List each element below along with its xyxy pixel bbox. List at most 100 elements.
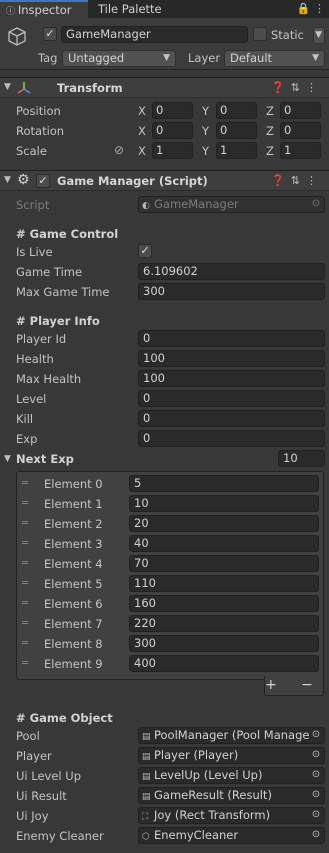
element-field[interactable]: 40 <box>129 535 319 552</box>
next-exp-size-field[interactable]: 10 <box>278 450 325 467</box>
object-picker-icon[interactable]: ⊙ <box>310 829 322 841</box>
scale-z-field[interactable]: 1 <box>280 142 321 159</box>
gameobject-header: ✓ GameManager Static ▼ Tag Untagged ▼ Lay… <box>0 18 329 70</box>
element-label: Element 2 <box>44 517 103 531</box>
component-header-icons[interactable]: ❓⇅⋮ <box>271 81 323 94</box>
foldout-icon[interactable]: ▼ <box>4 454 11 464</box>
drag-handle-icon[interactable]: ═ <box>22 519 32 529</box>
game-time-field[interactable]: 6.109602 <box>138 263 325 280</box>
script-icon: ◐ <box>142 201 150 211</box>
constrain-proportions-icon[interactable]: ⊘ <box>114 143 124 157</box>
drag-handle-icon[interactable]: ═ <box>22 619 32 629</box>
ui-level-up-label: Ui Level Up <box>16 769 81 783</box>
level-field[interactable]: 0 <box>138 390 325 407</box>
player-id-label: Player Id <box>16 332 67 346</box>
axis-z-label[interactable]: Z <box>266 104 274 118</box>
next-exp-label[interactable]: Next Exp <box>16 452 74 466</box>
element-field[interactable]: 160 <box>129 595 319 612</box>
ui-level-up-value: LevelUp (Level Up) <box>154 768 263 782</box>
axis-y-label[interactable]: Y <box>202 144 209 158</box>
drag-handle-icon[interactable]: ═ <box>22 599 32 609</box>
component-header-icons[interactable]: ❓⇅⋮ <box>271 174 323 187</box>
cube-icon <box>8 27 26 46</box>
max-game-time-field[interactable]: 300 <box>138 283 325 300</box>
is-live-checkbox[interactable]: ✓ <box>138 244 152 258</box>
drag-handle-icon[interactable]: ═ <box>22 499 32 509</box>
scale-x-field[interactable]: 1 <box>152 142 193 159</box>
axis-y-label[interactable]: Y <box>202 104 209 118</box>
element-label: Element 0 <box>44 477 103 491</box>
foldout-icon[interactable]: ▼ <box>4 82 11 92</box>
tag-dropdown[interactable]: Untagged ▼ <box>62 50 176 67</box>
drag-handle-icon[interactable]: ═ <box>22 559 32 569</box>
gameobject-active-checkbox[interactable]: ✓ <box>43 27 57 41</box>
foldout-icon[interactable]: ▼ <box>4 175 11 185</box>
drag-handle-icon[interactable]: ═ <box>22 639 32 649</box>
position-x-field[interactable]: 0 <box>152 102 193 119</box>
axis-x-label[interactable]: X <box>138 144 146 158</box>
script-label: Script <box>16 198 50 212</box>
cube-icon: ⬡ <box>142 832 150 842</box>
enemy-cleaner-field[interactable]: ⬡ EnemyCleaner ⊙ <box>138 827 325 844</box>
static-checkbox[interactable] <box>253 27 267 41</box>
pool-field[interactable]: ▤ PoolManager (Pool Manager) ⊙ <box>138 727 325 744</box>
position-y-field[interactable]: 0 <box>216 102 257 119</box>
element-field[interactable]: 5 <box>129 475 319 492</box>
kill-field[interactable]: 0 <box>138 410 325 427</box>
element-label: Element 1 <box>44 497 103 511</box>
ui-joy-field[interactable]: ⛶ Joy (Rect Transform) ⊙ <box>138 807 325 824</box>
axis-x-label[interactable]: X <box>138 124 146 138</box>
rotation-z-field[interactable]: 0 <box>280 122 321 139</box>
exp-label: Exp <box>16 432 38 446</box>
tab-inspector[interactable]: ⓘ Inspector <box>0 0 88 18</box>
player-field[interactable]: ▤ Player (Player) ⊙ <box>138 747 325 764</box>
transform-header[interactable]: ▼ Transform ❓⇅⋮ <box>0 77 329 98</box>
element-field[interactable]: 400 <box>129 655 319 672</box>
rotation-x-field[interactable]: 0 <box>152 122 193 139</box>
pool-value: PoolManager (Pool Manager) <box>154 728 319 742</box>
axis-z-label[interactable]: Z <box>266 144 274 158</box>
lock-and-menu-icons[interactable]: 🔒 ⋮ <box>297 2 325 15</box>
player-id-field[interactable]: 0 <box>138 330 325 347</box>
tab-inspector-label: Inspector <box>17 3 72 17</box>
static-dropdown[interactable]: ▼ <box>313 27 325 44</box>
element-field[interactable]: 110 <box>129 575 319 592</box>
gameobject-name-field[interactable]: GameManager <box>61 26 248 43</box>
ui-level-up-field[interactable]: ▤ LevelUp (Level Up) ⊙ <box>138 767 325 784</box>
player-info-header: # Player Info <box>16 314 100 328</box>
drag-handle-icon[interactable]: ═ <box>22 659 32 669</box>
axis-y-label[interactable]: Y <box>202 124 209 138</box>
object-picker-icon[interactable]: ⊙ <box>310 789 322 801</box>
element-field[interactable]: 20 <box>129 515 319 532</box>
object-picker-icon[interactable]: ⊙ <box>310 769 322 781</box>
tab-tile-palette[interactable]: Tile Palette <box>92 0 192 18</box>
axis-x-label[interactable]: X <box>138 104 146 118</box>
layer-dropdown[interactable]: Default ▼ <box>224 50 325 67</box>
element-field[interactable]: 10 <box>129 495 319 512</box>
rotation-y-field[interactable]: 0 <box>216 122 257 139</box>
game-time-label: Game Time <box>16 265 83 279</box>
element-field[interactable]: 70 <box>129 555 319 572</box>
element-field[interactable]: 220 <box>129 615 319 632</box>
drag-handle-icon[interactable]: ═ <box>22 539 32 549</box>
exp-field[interactable]: 0 <box>138 430 325 447</box>
object-picker-icon[interactable]: ⊙ <box>310 809 322 821</box>
position-z-field[interactable]: 0 <box>280 102 321 119</box>
axis-z-label[interactable]: Z <box>266 124 274 138</box>
drag-handle-icon[interactable]: ═ <box>22 479 32 489</box>
scale-y-field[interactable]: 1 <box>216 142 257 159</box>
script-icon: ▤ <box>142 772 151 782</box>
object-picker-icon[interactable]: ⊙ <box>310 729 322 741</box>
drag-handle-icon[interactable]: ═ <box>22 579 32 589</box>
health-field[interactable]: 100 <box>138 350 325 367</box>
max-health-field[interactable]: 100 <box>138 370 325 387</box>
ui-joy-value: Joy (Rect Transform) <box>154 808 271 822</box>
game-manager-script-header[interactable]: ▼ ⚙ ✓ Game Manager (Script) ❓⇅⋮ <box>0 170 329 191</box>
component-enabled-checkbox[interactable]: ✓ <box>36 174 50 188</box>
list-add-remove-buttons[interactable]: + − <box>264 676 324 696</box>
element-field[interactable]: 300 <box>129 635 319 652</box>
level-label: Level <box>16 392 47 406</box>
ui-result-field[interactable]: ▤ GameResult (Result) ⊙ <box>138 787 325 804</box>
tag-value: Untagged <box>68 51 125 65</box>
object-picker-icon[interactable]: ⊙ <box>310 749 322 761</box>
